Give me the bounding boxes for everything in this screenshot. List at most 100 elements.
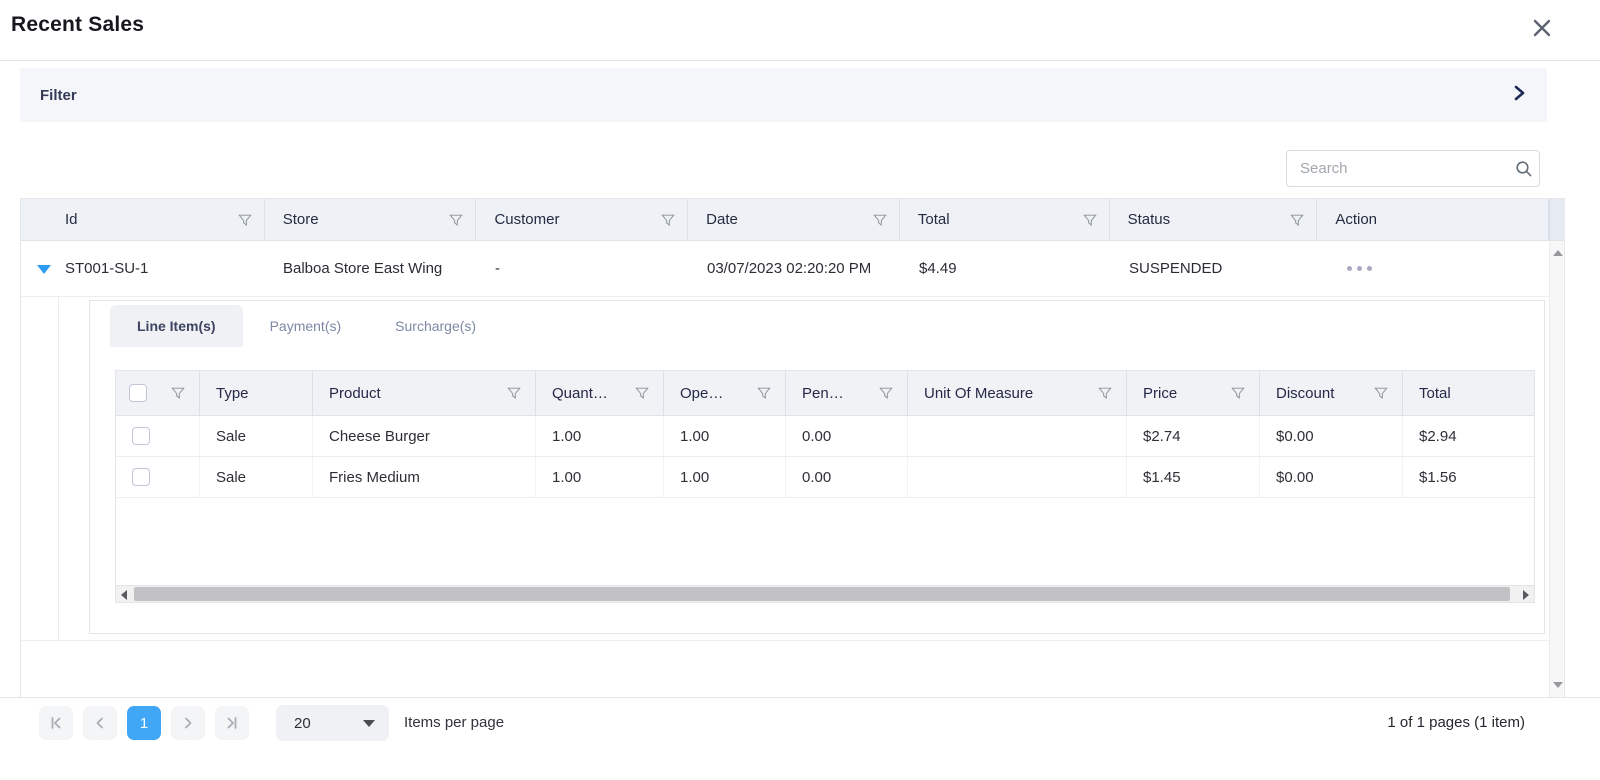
discount-cell: $0.00 xyxy=(1260,416,1403,456)
page-number-button[interactable]: 1 xyxy=(127,706,161,740)
uom-cell xyxy=(908,416,1127,456)
detail-panel: Line Item(s) Payment(s) Surcharge(s) Typ… xyxy=(89,300,1545,634)
column-header-line-total[interactable]: Total xyxy=(1403,371,1535,415)
product-cell: Cheese Burger xyxy=(313,416,536,456)
detail-tabstrip: Line Item(s) Payment(s) Surcharge(s) xyxy=(110,305,503,347)
column-header-status[interactable]: Status xyxy=(1110,199,1318,240)
filter-funnel-icon[interactable] xyxy=(661,213,675,227)
row-store-cell: Balboa Store East Wing xyxy=(265,260,477,277)
filter-funnel-icon[interactable] xyxy=(879,386,893,400)
type-cell: Sale xyxy=(200,416,313,456)
sales-grid-header: Id Store Customer Date Total Status xyxy=(21,199,1564,241)
filter-funnel-icon[interactable] xyxy=(757,386,771,400)
scroll-up-icon[interactable] xyxy=(1553,250,1563,256)
search-icon[interactable] xyxy=(1509,160,1539,178)
filter-funnel-icon[interactable] xyxy=(1083,213,1097,227)
line-items-grid: Type Product Quant… Ope… xyxy=(115,370,1535,603)
sales-grid: Id Store Customer Date Total Status xyxy=(20,198,1565,697)
line-items-grid-header: Type Product Quant… Ope… xyxy=(116,371,1535,416)
detail-row: Line Item(s) Payment(s) Surcharge(s) Typ… xyxy=(21,297,1551,641)
vertical-scrollbar[interactable] xyxy=(1549,241,1564,697)
tab-payments[interactable]: Payment(s) xyxy=(243,305,369,347)
tab-line-items[interactable]: Line Item(s) xyxy=(110,305,243,347)
filter-funnel-icon[interactable] xyxy=(1231,386,1245,400)
scrollbar-corner xyxy=(1549,199,1564,240)
horizontal-scrollbar[interactable] xyxy=(116,585,1534,602)
scrollbar-thumb[interactable] xyxy=(134,587,1510,601)
type-cell: Sale xyxy=(200,457,313,497)
column-header-id[interactable]: Id xyxy=(21,199,265,240)
quantity-cell: 1.00 xyxy=(536,416,664,456)
filter-label: Filter xyxy=(40,87,77,104)
previous-page-button[interactable] xyxy=(83,706,117,740)
page-summary: 1 of 1 pages (1 item) xyxy=(1387,714,1525,731)
column-header-ope[interactable]: Ope… xyxy=(664,371,786,415)
price-cell: $2.74 xyxy=(1127,416,1260,456)
filter-funnel-icon[interactable] xyxy=(1098,386,1112,400)
filter-funnel-icon[interactable] xyxy=(635,386,649,400)
row-checkbox[interactable] xyxy=(132,468,150,486)
next-page-button[interactable] xyxy=(171,706,205,740)
row-customer-cell: - xyxy=(477,260,689,277)
discount-cell: $0.00 xyxy=(1260,457,1403,497)
scroll-right-icon[interactable] xyxy=(1523,590,1529,600)
scroll-down-icon[interactable] xyxy=(1553,682,1563,688)
filter-funnel-icon[interactable] xyxy=(238,213,252,227)
filter-funnel-icon[interactable] xyxy=(449,213,463,227)
table-row[interactable]: ST001-SU-1 Balboa Store East Wing - 03/0… xyxy=(21,241,1551,297)
items-per-page-label: Items per page xyxy=(404,714,504,731)
column-header-quantity[interactable]: Quant… xyxy=(536,371,664,415)
column-header-discount[interactable]: Discount xyxy=(1260,371,1403,415)
recent-sales-modal: Recent Sales Filter Id Store Custo xyxy=(0,0,1600,780)
column-header-store[interactable]: Store xyxy=(265,199,477,240)
filter-funnel-icon[interactable] xyxy=(1534,386,1535,400)
page-size-select[interactable]: 20 xyxy=(276,705,389,741)
header-divider xyxy=(0,60,1600,61)
sales-grid-body: ST001-SU-1 Balboa Store East Wing - 03/0… xyxy=(21,241,1551,697)
chevron-right-icon[interactable] xyxy=(1511,83,1527,108)
column-header-price[interactable]: Price xyxy=(1127,371,1260,415)
pen-cell: 0.00 xyxy=(786,416,908,456)
close-icon[interactable] xyxy=(1530,16,1554,40)
row-action-cell xyxy=(1319,266,1551,271)
ope-cell: 1.00 xyxy=(664,457,786,497)
actions-menu-icon[interactable] xyxy=(1337,266,1533,271)
status-badge: SUSPENDED xyxy=(1111,260,1319,277)
filter-funnel-icon[interactable] xyxy=(171,386,185,400)
first-page-button[interactable] xyxy=(39,706,73,740)
scroll-left-icon[interactable] xyxy=(121,590,127,600)
column-header-select xyxy=(116,371,200,415)
collapse-row-icon[interactable] xyxy=(37,265,51,274)
column-header-product[interactable]: Product xyxy=(313,371,536,415)
row-checkbox[interactable] xyxy=(132,427,150,445)
pager: 1 20 Items per page 1 of 1 pages (1 item… xyxy=(0,697,1600,749)
column-header-action: Action xyxy=(1317,199,1549,240)
ope-cell: 1.00 xyxy=(664,416,786,456)
tab-surcharges[interactable]: Surcharge(s) xyxy=(368,305,503,347)
select-all-checkbox[interactable] xyxy=(129,384,147,402)
filter-funnel-icon[interactable] xyxy=(1290,213,1304,227)
column-header-date[interactable]: Date xyxy=(688,199,900,240)
filter-funnel-icon[interactable] xyxy=(1374,386,1388,400)
row-id-cell: ST001-SU-1 xyxy=(21,260,265,277)
page-size-value: 20 xyxy=(294,715,311,732)
column-header-unit-of-measure[interactable]: Unit Of Measure xyxy=(908,371,1127,415)
row-total-cell: $4.49 xyxy=(901,260,1111,277)
filter-panel-header[interactable]: Filter xyxy=(20,68,1547,122)
product-cell: Fries Medium xyxy=(313,457,536,497)
chevron-down-icon xyxy=(363,720,375,727)
filter-funnel-icon[interactable] xyxy=(873,213,887,227)
row-date-cell: 03/07/2023 02:20:20 PM xyxy=(689,260,901,277)
search-input[interactable] xyxy=(1287,160,1509,177)
last-page-button[interactable] xyxy=(215,706,249,740)
column-header-customer[interactable]: Customer xyxy=(476,199,688,240)
uom-cell xyxy=(908,457,1127,497)
list-item[interactable]: Sale Fries Medium 1.00 1.00 0.00 $1.45 $… xyxy=(116,457,1535,498)
line-total-cell: $1.56 xyxy=(1403,457,1535,497)
column-header-total[interactable]: Total xyxy=(900,199,1110,240)
filter-funnel-icon[interactable] xyxy=(507,386,521,400)
quantity-cell: 1.00 xyxy=(536,457,664,497)
column-header-pen[interactable]: Pen… xyxy=(786,371,908,415)
list-item[interactable]: Sale Cheese Burger 1.00 1.00 0.00 $2.74 … xyxy=(116,416,1535,457)
column-header-type[interactable]: Type xyxy=(200,371,313,415)
